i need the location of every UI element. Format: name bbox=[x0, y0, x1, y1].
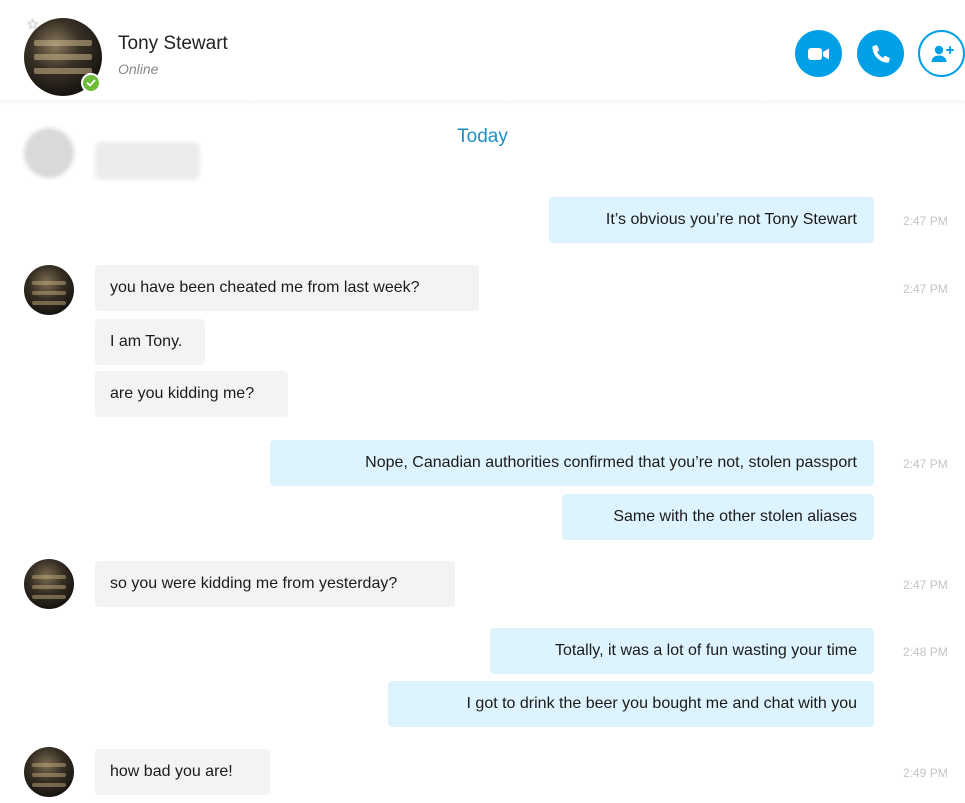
add-person-icon bbox=[931, 45, 954, 62]
message-bubble-outgoing[interactable]: It’s obvious you’re not Tony Stewart bbox=[549, 197, 874, 243]
blurred-avatar bbox=[24, 128, 74, 178]
message-time: 2:47 PM bbox=[903, 578, 948, 592]
message-bubble-outgoing[interactable]: Same with the other stolen aliases bbox=[562, 494, 874, 540]
favorite-star-icon[interactable]: ☆ bbox=[26, 17, 39, 32]
sender-avatar[interactable] bbox=[24, 265, 74, 315]
blurred-message bbox=[95, 142, 200, 180]
audio-call-button[interactable] bbox=[857, 30, 904, 77]
message-time: 2:48 PM bbox=[903, 645, 948, 659]
chat-header: ☆ Tony Stewart Online bbox=[0, 0, 965, 100]
message-bubble-outgoing[interactable]: Totally, it was a lot of fun wasting you… bbox=[490, 628, 874, 674]
message-time: 2:47 PM bbox=[903, 214, 948, 228]
contact-status: Online bbox=[118, 61, 159, 77]
message-time: 2:49 PM bbox=[903, 766, 948, 780]
contact-name[interactable]: Tony Stewart bbox=[118, 33, 228, 55]
phone-icon bbox=[871, 44, 890, 63]
video-call-button[interactable] bbox=[795, 30, 842, 77]
video-camera-icon bbox=[807, 47, 829, 60]
sender-avatar[interactable] bbox=[24, 559, 74, 609]
online-status-icon bbox=[81, 73, 101, 93]
message-bubble-incoming[interactable]: are you kidding me? bbox=[95, 371, 288, 417]
message-time: 2:47 PM bbox=[903, 282, 948, 296]
message-bubble-incoming[interactable]: how bad you are! bbox=[95, 749, 270, 795]
header-divider bbox=[0, 100, 965, 106]
sender-avatar[interactable] bbox=[24, 747, 74, 797]
message-bubble-incoming[interactable]: so you were kidding me from yesterday? bbox=[95, 561, 455, 607]
message-bubble-incoming[interactable]: I am Tony. bbox=[95, 319, 205, 365]
message-time: 2:47 PM bbox=[903, 457, 948, 471]
message-bubble-outgoing[interactable]: Nope, Canadian authorities confirmed tha… bbox=[270, 440, 874, 486]
add-participant-button[interactable] bbox=[918, 30, 965, 77]
message-bubble-incoming[interactable]: you have been cheated me from last week? bbox=[95, 265, 479, 311]
message-bubble-outgoing[interactable]: I got to drink the beer you bought me an… bbox=[388, 681, 874, 727]
